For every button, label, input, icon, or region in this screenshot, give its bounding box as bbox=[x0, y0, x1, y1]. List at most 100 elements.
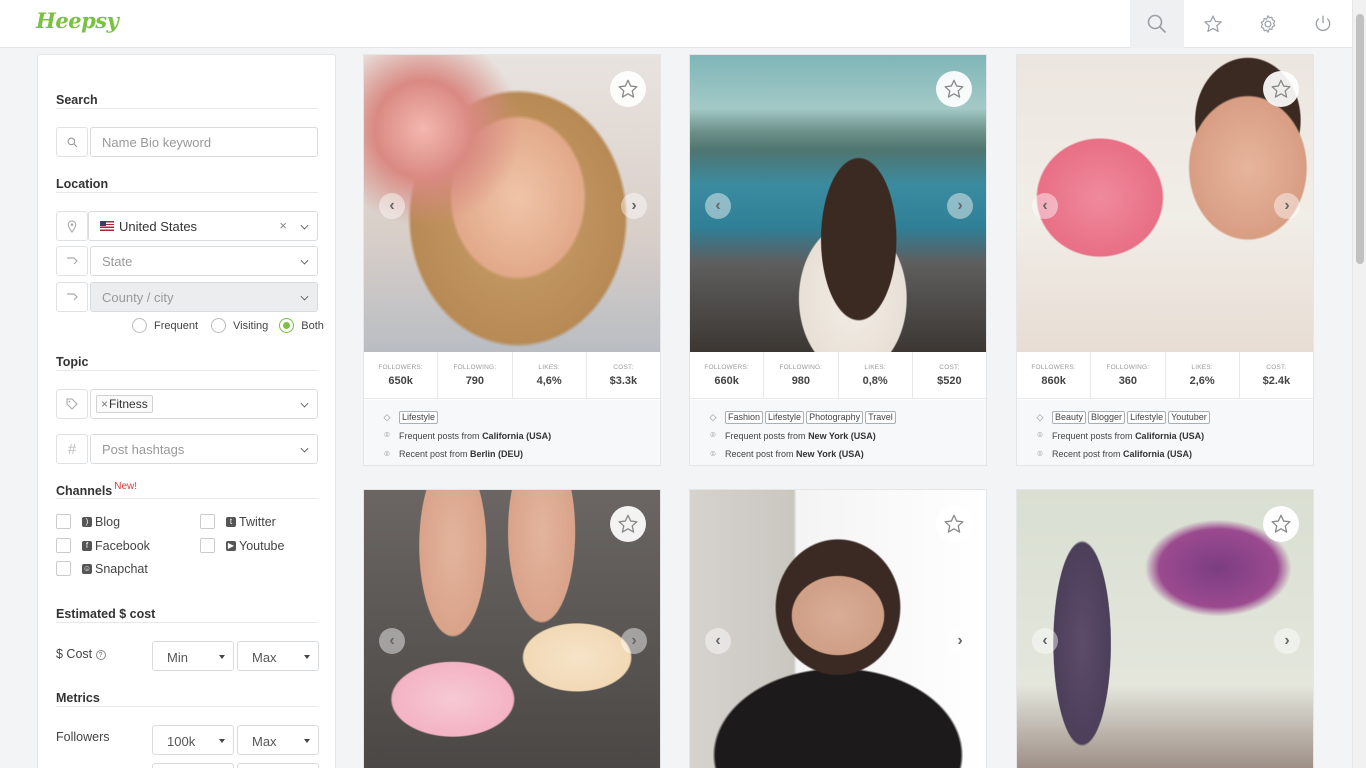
cost-max-value: Max bbox=[252, 650, 277, 665]
city-select: County / city bbox=[90, 282, 318, 312]
influencer-photo[interactable]: ‹ › bbox=[1017, 490, 1313, 768]
frequent-location: California (USA) bbox=[482, 430, 552, 441]
next-photo-icon[interactable]: › bbox=[1274, 193, 1300, 219]
recent-location-row: ⌾ Recent post from New York (USA) bbox=[708, 445, 986, 464]
channel-blog-checkbox[interactable]: ) Blog bbox=[56, 514, 120, 529]
checkbox-box[interactable] bbox=[56, 561, 71, 576]
channel-facebook-checkbox[interactable]: f Facebook bbox=[56, 538, 150, 553]
next-photo-icon[interactable]: › bbox=[947, 193, 973, 219]
influencer-card[interactable]: ‹ › Followers: 650k Following: 790 Likes: 4… bbox=[363, 54, 661, 466]
app-logo[interactable]: Heepsy bbox=[36, 8, 119, 33]
topic-tag[interactable]: Lifestyle bbox=[765, 410, 805, 424]
clear-country-icon[interactable]: × bbox=[279, 218, 287, 233]
radio-visiting[interactable] bbox=[211, 318, 227, 333]
next-photo-icon[interactable]: › bbox=[1274, 628, 1300, 654]
tag-icon: ◇ bbox=[1036, 411, 1044, 422]
topic-tag[interactable]: Lifestyle bbox=[1127, 410, 1167, 424]
channels-section-title: Channels New! bbox=[56, 481, 137, 498]
nav-search-icon[interactable] bbox=[1130, 0, 1184, 48]
channel-youtube-checkbox[interactable]: ▶ Youtube bbox=[200, 538, 284, 553]
divider bbox=[56, 370, 318, 371]
tag-icon: ◇ bbox=[383, 411, 391, 422]
next-max-select[interactable] bbox=[237, 763, 319, 768]
favorite-star-icon[interactable] bbox=[610, 71, 646, 107]
nav-star-icon[interactable] bbox=[1186, 0, 1240, 48]
checkbox-box[interactable] bbox=[56, 514, 71, 529]
cost-max-select[interactable]: Max bbox=[237, 641, 319, 671]
hashtags-select[interactable]: Post hashtags bbox=[90, 434, 318, 464]
topic-select[interactable]: ×Fitness bbox=[90, 389, 318, 419]
state-placeholder: State bbox=[102, 253, 133, 269]
influencer-photo[interactable]: ‹ › bbox=[690, 490, 986, 768]
map-pin-icon: ⌾ bbox=[710, 430, 716, 441]
prev-photo-icon[interactable]: ‹ bbox=[705, 628, 731, 654]
followers-max-select[interactable]: Max bbox=[237, 725, 319, 755]
influencer-photo[interactable]: ‹ › bbox=[364, 55, 660, 352]
favorite-star-icon[interactable] bbox=[1263, 71, 1299, 107]
checkbox-box[interactable] bbox=[200, 538, 215, 553]
remove-chip-icon[interactable]: × bbox=[101, 397, 108, 411]
followers-min-value: 100k bbox=[167, 734, 196, 749]
state-select[interactable]: State bbox=[90, 246, 318, 276]
prev-photo-icon[interactable]: ‹ bbox=[705, 193, 731, 219]
help-icon[interactable]: ? bbox=[95, 650, 106, 660]
influencer-card[interactable]: ‹ › bbox=[363, 489, 661, 768]
prev-photo-icon[interactable]: ‹ bbox=[1032, 628, 1058, 654]
favorite-star-icon[interactable] bbox=[936, 71, 972, 107]
checkbox-box[interactable] bbox=[56, 538, 71, 553]
influencer-card[interactable]: ‹ › Followers: 660k Following: 980 Likes: 0… bbox=[689, 54, 987, 466]
topic-tag[interactable]: Fashion bbox=[725, 410, 764, 424]
topic-tag[interactable]: Youtuber bbox=[1168, 410, 1210, 424]
channel-twitter-checkbox[interactable]: t Twitter bbox=[200, 514, 276, 529]
influencer-photo[interactable]: ‹ › bbox=[1017, 55, 1313, 352]
radio-both[interactable] bbox=[279, 318, 295, 333]
hashtags-placeholder: Post hashtags bbox=[102, 441, 185, 457]
channel-snapchat-checkbox[interactable]: ☺ Snapchat bbox=[56, 561, 148, 576]
stat-value: $2.4k bbox=[1262, 375, 1291, 387]
topic-tag[interactable]: Travel bbox=[865, 410, 896, 424]
stat-label: Following: bbox=[453, 364, 497, 371]
direction-icon bbox=[56, 246, 88, 276]
location-mode-radios: Frequent Visiting Both bbox=[132, 318, 324, 333]
stat-value: 360 bbox=[1118, 375, 1138, 387]
prev-photo-icon[interactable]: ‹ bbox=[1032, 193, 1058, 219]
page-scrollbar[interactable] bbox=[1352, 0, 1366, 768]
frequent-location: New York (USA) bbox=[808, 430, 876, 441]
scrollbar-thumb[interactable] bbox=[1356, 14, 1364, 264]
metrics-section-title: Metrics bbox=[56, 691, 100, 705]
cost-min-select[interactable]: Min bbox=[152, 641, 234, 671]
stat-value: $3.3k bbox=[609, 375, 638, 387]
influencer-card[interactable]: ‹ › bbox=[1016, 489, 1314, 768]
influencer-photo[interactable]: ‹ › bbox=[690, 55, 986, 352]
next-photo-icon[interactable]: › bbox=[621, 193, 647, 219]
stat-cost: Cost: $520 bbox=[913, 352, 986, 398]
influencer-card[interactable]: ‹ › Followers: 860k Following: 360 Likes: 2… bbox=[1016, 54, 1314, 466]
stat-label: Likes: bbox=[538, 364, 560, 371]
country-select[interactable]: United States × bbox=[88, 211, 318, 241]
next-photo-icon[interactable]: › bbox=[621, 628, 647, 654]
influencer-card[interactable]: ‹ › bbox=[689, 489, 987, 768]
next-photo-icon[interactable]: › bbox=[947, 628, 973, 654]
chevron-down-icon bbox=[300, 399, 309, 408]
prev-photo-icon[interactable]: ‹ bbox=[379, 628, 405, 654]
stat-value: 650k bbox=[388, 375, 413, 387]
topic-tag[interactable]: Blogger bbox=[1088, 410, 1126, 424]
favorite-star-icon[interactable] bbox=[936, 506, 972, 542]
topic-tag[interactable]: Photography bbox=[806, 410, 864, 424]
location-section-title: Location bbox=[56, 177, 109, 191]
radio-frequent[interactable] bbox=[132, 318, 147, 333]
next-min-select[interactable] bbox=[152, 763, 234, 768]
prev-photo-icon[interactable]: ‹ bbox=[379, 193, 405, 219]
stats-row: Followers: 860k Following: 360 Likes: 2,6% … bbox=[1017, 352, 1313, 399]
checkbox-box[interactable] bbox=[200, 514, 215, 529]
nav-gear-icon[interactable] bbox=[1241, 0, 1295, 48]
topic-tag[interactable]: Beauty bbox=[1052, 410, 1087, 424]
rss-icon: ) bbox=[82, 516, 92, 527]
nav-power-icon[interactable] bbox=[1296, 0, 1350, 48]
influencer-photo[interactable]: ‹ › bbox=[364, 490, 660, 768]
search-input[interactable]: Name Bio keyword bbox=[90, 127, 318, 157]
favorite-star-icon[interactable] bbox=[1263, 506, 1299, 542]
favorite-star-icon[interactable] bbox=[610, 506, 646, 542]
topic-tag[interactable]: Lifestyle bbox=[399, 410, 439, 424]
followers-min-select[interactable]: 100k bbox=[152, 725, 234, 755]
